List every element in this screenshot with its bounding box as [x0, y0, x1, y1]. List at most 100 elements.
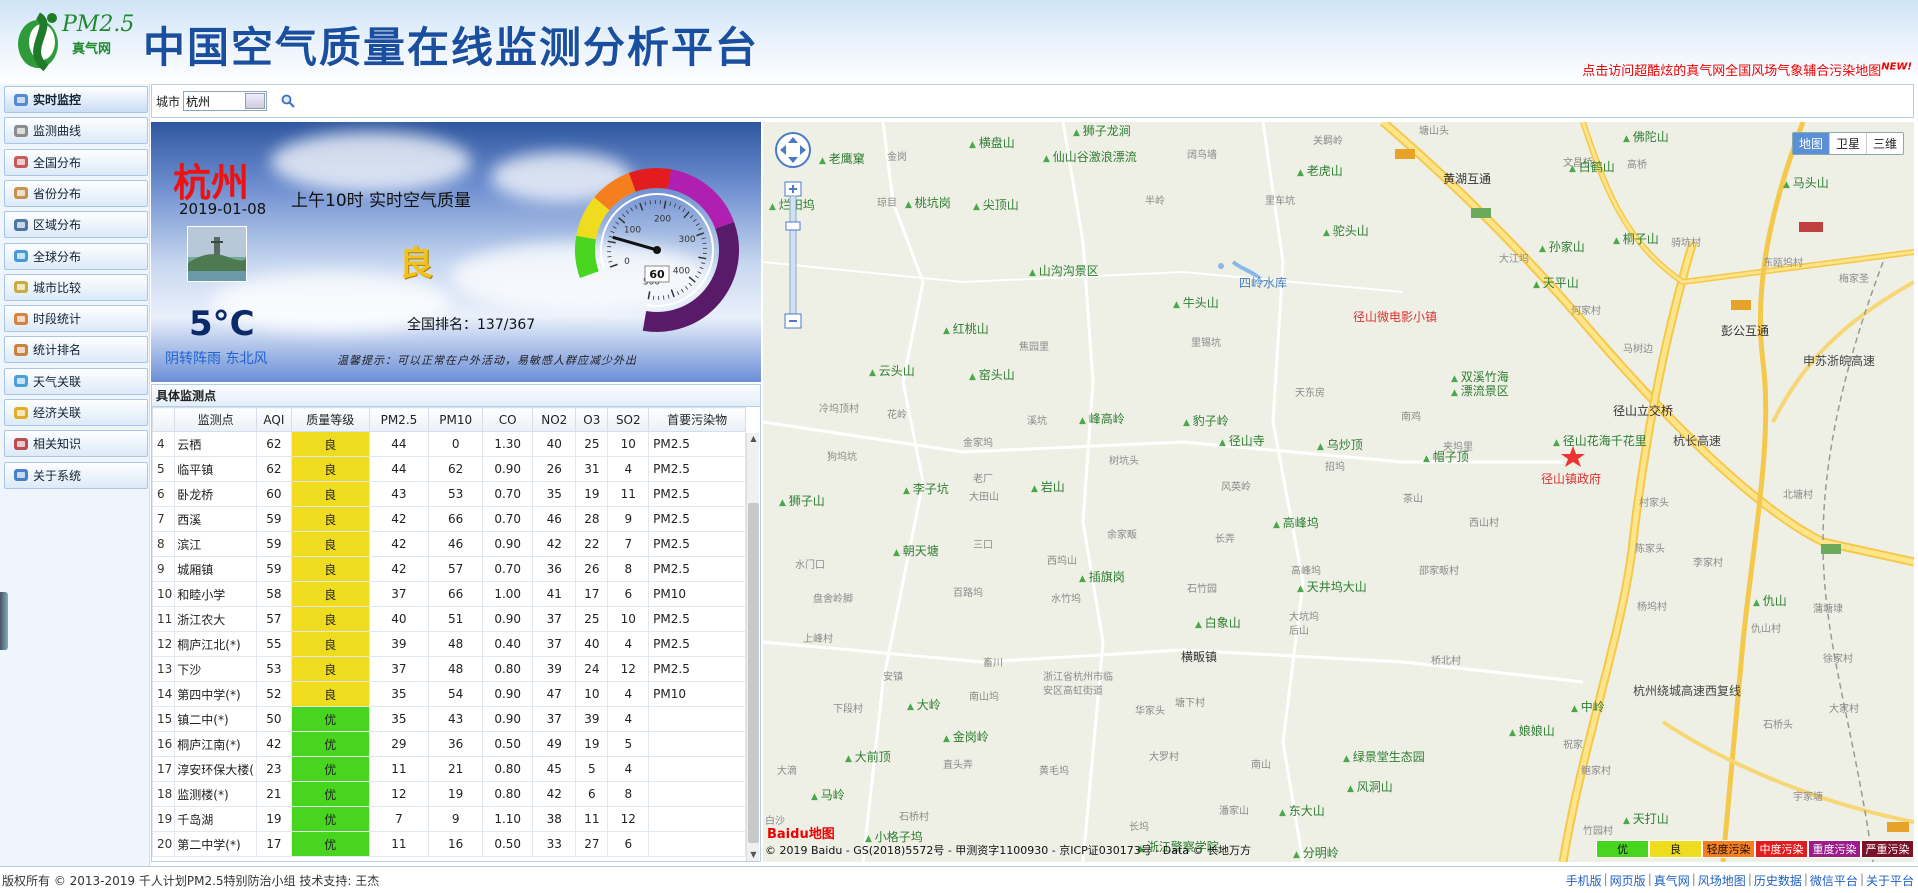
map-place-label[interactable]: 浙江省杭州市临	[1043, 668, 1113, 683]
map-place-label[interactable]: 招坞	[1325, 458, 1345, 473]
map-place-label[interactable]: ▲ 径山花海千花里	[1553, 432, 1647, 449]
map-place-label[interactable]: 大家村	[1829, 700, 1859, 715]
map-place-label[interactable]: ▲ 桐子山	[1613, 230, 1659, 247]
scroll-up-icon[interactable]: ▲	[747, 433, 760, 445]
map-place-label[interactable]: 鲍家村	[1581, 762, 1611, 777]
map-place-label[interactable]: 南鸡	[1401, 408, 1421, 423]
map-place-label[interactable]: ▲ 峰高岭	[1079, 410, 1125, 427]
map-place-label[interactable]: ▲ 娘娘山	[1509, 722, 1555, 739]
map-place-label[interactable]: 横畈镇	[1181, 648, 1217, 665]
map-place-label[interactable]: 径山立交桥	[1613, 402, 1673, 419]
map-place-label[interactable]: 高峰坞	[1291, 562, 1321, 577]
table-row[interactable]: 13 下沙 53 良 37 48 0.80 39 24 12 PM2.5	[152, 656, 746, 682]
map-place-label[interactable]: 金家坞	[963, 434, 993, 449]
site-logo[interactable]: PM2.5 真气网	[8, 6, 138, 72]
map-place-label[interactable]: 径山微电影小镇	[1353, 308, 1437, 325]
map-place-label[interactable]: 宇家塘	[1793, 788, 1823, 803]
map-place-label[interactable]: ▲ 岩山	[1031, 478, 1065, 495]
table-row[interactable]: 10 和睦小学 58 良 37 66 1.00 41 17 6 PM10	[152, 581, 746, 607]
map-place-label[interactable]: 四岭水库	[1239, 274, 1287, 291]
map-place-label[interactable]: 骑坑村	[1671, 234, 1701, 249]
map-place-label[interactable]: 桥北村	[1431, 652, 1461, 667]
map-place-label[interactable]: 长弄	[1215, 530, 1235, 545]
sidebar-item-9[interactable]: 天气关联	[4, 367, 148, 395]
table-row[interactable]: 20 第二中学(*) 17 优 11 16 0.50 33 27 6	[152, 831, 746, 857]
sidebar-item-11[interactable]: 相关知识	[4, 430, 148, 458]
map-place-label[interactable]: 百路坞	[953, 584, 983, 599]
map-place-label[interactable]: ▲ 驼头山	[1323, 222, 1369, 239]
sidebar-item-2[interactable]: 全国分布	[4, 148, 148, 176]
map-place-label[interactable]: 杨坞村	[1637, 598, 1667, 613]
map-place-label[interactable]: 黄湖互通	[1443, 170, 1491, 187]
map-place-label[interactable]: 东瓯坞村	[1763, 254, 1803, 269]
map-place-label[interactable]: ▲ 天平山	[1533, 274, 1579, 291]
map-place-label[interactable]: 祝家	[1563, 736, 1583, 751]
map-place-label[interactable]: ▲ 高峰坞	[1273, 514, 1319, 531]
table-row[interactable]: 4 云栖 62 良 44 0 1.30 40 25 10 PM2.5	[152, 431, 746, 457]
map-place-label[interactable]: 焦园里	[1019, 338, 1049, 353]
scroll-down-icon[interactable]: ▼	[747, 849, 760, 861]
map-place-label[interactable]: ▲ 天井坞大山	[1297, 578, 1367, 595]
map-place-label[interactable]: ▲ 李子坑	[903, 480, 949, 497]
table-row[interactable]: 15 镇二中(*) 50 优 35 43 0.90 37 39 4	[152, 706, 746, 732]
map-place-label[interactable]: 大田山	[969, 488, 999, 503]
map-place-label[interactable]: 大滴	[777, 762, 797, 777]
map-place-label[interactable]: ▲ 白象山	[1195, 614, 1241, 631]
map-place-label[interactable]: 关羁岭	[1313, 132, 1343, 147]
table-row[interactable]: 5 临平镇 62 良 44 62 0.90 26 31 4 PM2.5	[152, 456, 746, 482]
map-place-label[interactable]: 直头弄	[943, 756, 973, 771]
map-place-label[interactable]: 树坑头	[1109, 452, 1139, 467]
map-place-label[interactable]: 里锡坑	[1191, 334, 1221, 349]
map-place-label[interactable]: 花岭	[887, 406, 907, 421]
map-place-label[interactable]: ▲ 白鹤山	[1569, 158, 1615, 175]
map-place-label[interactable]: 村家头	[1639, 494, 1669, 509]
map-place-label[interactable]: ▲ 朝天塘	[893, 542, 939, 559]
map-place-label[interactable]: ▲ 大岭	[907, 696, 941, 713]
map-place-label[interactable]: 杭州绕城高速西复线	[1633, 682, 1741, 699]
map-place-label[interactable]: 三口	[973, 536, 993, 551]
map-place-label[interactable]: 华家头	[1135, 702, 1165, 717]
sidebar-item-10[interactable]: 经济关联	[4, 399, 148, 426]
map-place-label[interactable]: 风英岭	[1221, 478, 1251, 493]
map-place-label[interactable]: 安镇	[883, 668, 903, 683]
map-place-label[interactable]: 金岗	[887, 148, 907, 163]
map-place-label[interactable]: 下段村	[833, 700, 863, 715]
map-place-label[interactable]: ▲ 插旗岗	[1079, 568, 1125, 585]
map-place-label[interactable]: 陈家头	[1635, 540, 1665, 555]
sidebar-item-7[interactable]: 时段统计	[4, 305, 148, 333]
map-place-label[interactable]: 徐家村	[1823, 650, 1853, 665]
map-place-label[interactable]: 申苏浙皖高速	[1803, 352, 1875, 369]
map-place-label[interactable]: 石桥头	[1763, 716, 1793, 731]
footer-link[interactable]: 微信平台	[1810, 872, 1858, 889]
map-place-label[interactable]: ▲ 马头山	[1783, 174, 1829, 191]
table-row[interactable]: 19 千岛湖 19 优 7 9 1.10 38 11 12	[152, 806, 746, 832]
map-place-label[interactable]: 北塘村	[1783, 486, 1813, 501]
map-place-label[interactable]: 里车坑	[1265, 192, 1295, 207]
footer-link[interactable]: 真气网	[1654, 872, 1690, 889]
map-place-label[interactable]: 溪坑	[1027, 412, 1047, 427]
map-place-label[interactable]: 高桥	[1627, 156, 1647, 171]
map-place-label[interactable]: 彭公互通	[1721, 322, 1769, 339]
map-place-label[interactable]: 水竹坞	[1051, 590, 1081, 605]
map-place-label[interactable]: 梅家圣	[1839, 270, 1869, 285]
table-row[interactable]: 6 卧龙桥 60 良 43 53 0.70 35 19 11 PM2.5	[152, 481, 746, 507]
map-place-label[interactable]: 茶山	[1403, 490, 1423, 505]
table-row[interactable]: 16 桐庐江南(*) 42 优 29 36 0.50 49 19 5	[152, 731, 746, 757]
sidebar-item-6[interactable]: 城市比较	[4, 273, 148, 301]
map-place-label[interactable]: ▲ 仙山谷激浪漂流	[1043, 148, 1137, 165]
search-button[interactable]	[279, 92, 297, 110]
sidebar-item-8[interactable]: 统计排名	[4, 336, 148, 364]
map-place-label[interactable]: ▲ 窑头山	[969, 366, 1015, 383]
map-place-label[interactable]: 琼目	[877, 194, 897, 209]
map[interactable]: ▲ 横盘山 ▲ 狮子龙涧 ▲ 仙山谷激浪漂流 关羁岭 塘山头 ▲ 佛陀山 ▲ 老鹰窠 金岗 阔鸟…	[763, 122, 1914, 862]
map-place-label[interactable]: 后山	[1289, 622, 1309, 637]
map-place-label[interactable]: ▲ 漂流景区	[1451, 382, 1509, 399]
map-place-label[interactable]: 余家畈	[1107, 526, 1137, 541]
side-collapse-handle[interactable]	[0, 592, 8, 650]
city-picker-button[interactable]	[245, 93, 266, 109]
map-place-label[interactable]: ▲ 云头山	[869, 362, 915, 379]
map-place-label[interactable]: 潘家山	[1219, 802, 1249, 817]
map-place-label[interactable]: 西山村	[1469, 514, 1499, 529]
map-place-label[interactable]: ▲ 中岭	[1571, 698, 1605, 715]
map-place-label[interactable]: ▲ 牛头山	[1173, 294, 1219, 311]
